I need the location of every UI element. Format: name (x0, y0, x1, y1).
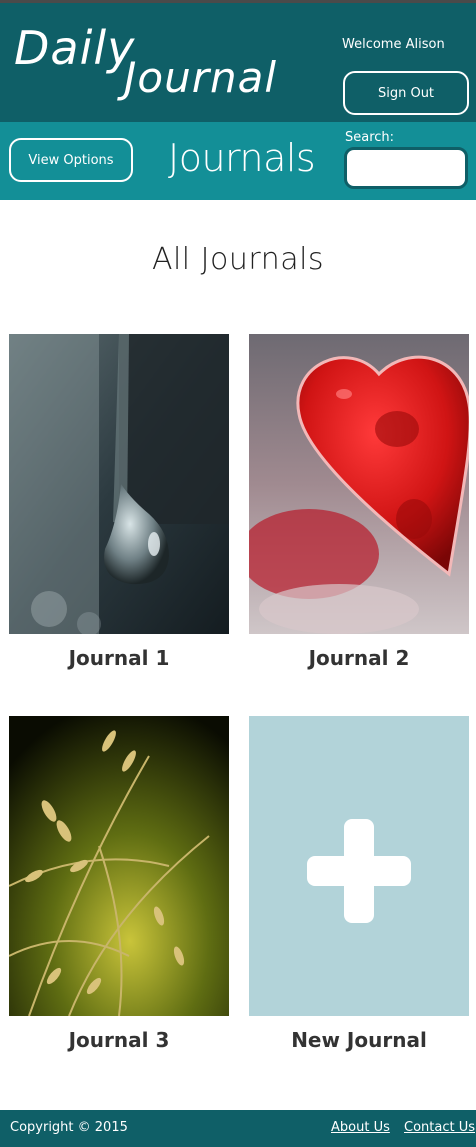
journal-title: New Journal (291, 1028, 427, 1052)
journal-title: Journal 2 (308, 646, 410, 670)
journal-title: Journal 1 (68, 646, 170, 670)
welcome-text: Welcome Alison (342, 37, 445, 52)
journal-title: Journal 3 (68, 1028, 170, 1052)
water-droplet-photo (9, 334, 229, 634)
new-journal-card[interactable]: New Journal (249, 716, 469, 1052)
toolbar: View Options Journals Search: (0, 122, 476, 200)
journal-card-3[interactable]: Journal 3 (9, 716, 229, 1052)
contact-us-link[interactable]: Contact Us (404, 1120, 475, 1135)
red-heart-ice-photo (249, 334, 469, 634)
logo-line-journal: Journal (124, 53, 277, 102)
plus-icon (307, 819, 411, 923)
grass-seedheads-photo (9, 716, 229, 1016)
about-us-link[interactable]: About Us (331, 1120, 390, 1135)
section-title: Journals (168, 136, 316, 180)
sign-out-button[interactable]: Sign Out (343, 71, 469, 115)
search-label: Search: (345, 130, 395, 145)
site-footer: Copyright © 2015 About Us Contact Us (0, 1110, 476, 1147)
logo-line-daily: Daily (14, 21, 136, 75)
page-title: All Journals (151, 242, 325, 277)
view-options-button[interactable]: View Options (9, 138, 133, 182)
site-header: Daily Journal Welcome Alison Sign Out (0, 3, 476, 122)
copyright-text: Copyright © 2015 (10, 1120, 128, 1135)
journal-card-1[interactable]: Journal 1 (9, 334, 229, 670)
new-journal-tile (249, 716, 469, 1016)
journal-card-2[interactable]: Journal 2 (249, 334, 469, 670)
search-input[interactable] (344, 147, 468, 189)
